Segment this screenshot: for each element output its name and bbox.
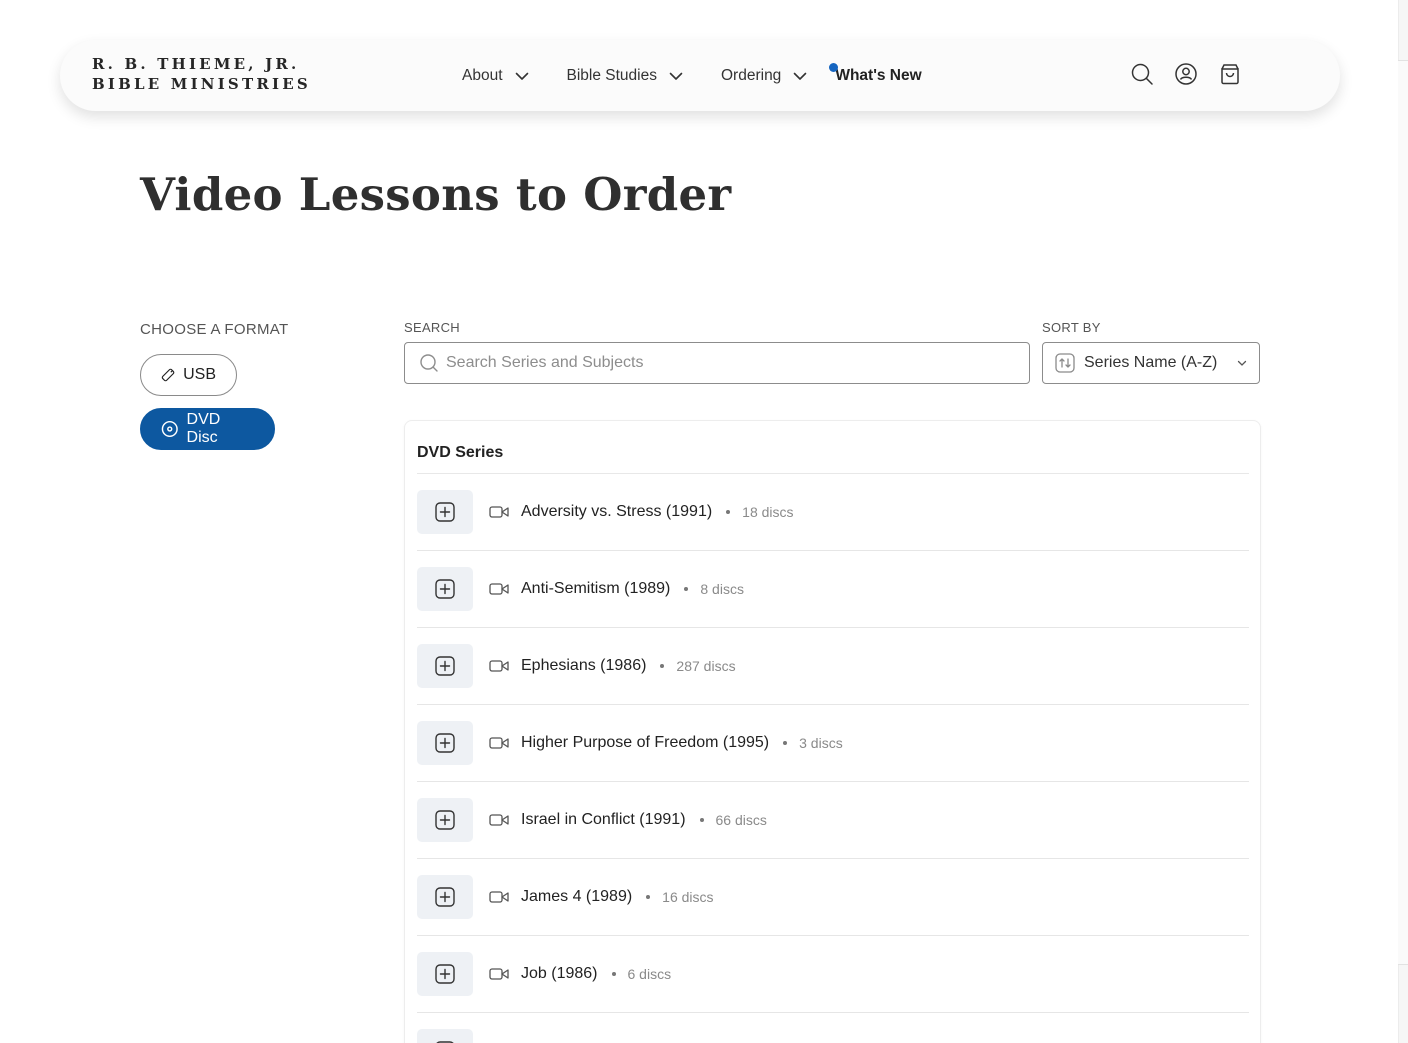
search-input[interactable] (446, 354, 1006, 372)
series-name[interactable]: Israel in Conflict (1991) (521, 811, 686, 829)
chevron-down-icon (515, 72, 528, 80)
format-usb-label: USB (183, 366, 216, 383)
new-indicator-dot (829, 62, 839, 72)
video-icon (489, 968, 509, 980)
plus-square-icon (435, 964, 455, 984)
logo-line-2: BIBLE MINISTRIES (92, 75, 311, 93)
series-name[interactable]: Anti-Semitism (1989) (521, 580, 670, 598)
logo-line-1: R. B. THIEME, JR. (92, 55, 300, 73)
nav-item-about[interactable]: About (462, 67, 529, 85)
video-icon (489, 891, 509, 903)
format-usb-button[interactable]: USB (140, 354, 237, 396)
site-header: R. B. THIEME, JR. BIBLE MINISTRIES About… (60, 40, 1340, 111)
expand-button[interactable] (417, 952, 473, 996)
expand-button[interactable] (417, 1029, 473, 1043)
series-panel: DVD Series Adversity vs. Stress (1991) 1… (404, 420, 1261, 1043)
video-icon (489, 814, 509, 826)
plus-square-icon (435, 502, 455, 522)
series-name[interactable]: Adversity vs. Stress (1991) (521, 503, 712, 521)
format-label: CHOOSE A FORMAT (140, 321, 289, 338)
series-list: Adversity vs. Stress (1991) 18 discs Ant… (417, 474, 1249, 1043)
format-dvd-button[interactable]: DVD Disc (140, 408, 275, 450)
page: R. B. THIEME, JR. BIBLE MINISTRIES About… (0, 0, 1408, 1043)
list-item: James 4 (1989) 16 discs (417, 859, 1249, 936)
sort-icon (1055, 353, 1075, 373)
search-label: SEARCH (404, 320, 460, 335)
series-panel-title: DVD Series (417, 444, 504, 461)
series-name[interactable]: James 4 (1989) (521, 888, 632, 906)
separator-dot (726, 510, 731, 514)
chevron-down-icon (794, 72, 807, 80)
separator-dot (699, 818, 704, 822)
main-nav: About Bible Studies Ordering What's New (462, 40, 922, 111)
disc-count: 18 discs (742, 504, 794, 520)
disc-count: 8 discs (700, 581, 744, 597)
separator-dot (611, 972, 616, 976)
nav-item-label: Ordering (721, 66, 782, 84)
nav-item-ordering[interactable]: Ordering (721, 67, 807, 85)
nav-item-label: About (462, 66, 503, 84)
scrollbar-thumb[interactable] (1398, 60, 1408, 965)
cart-icon[interactable] (1218, 62, 1242, 86)
account-icon[interactable] (1174, 62, 1198, 86)
disc-icon (161, 420, 178, 438)
list-item: Job (1986) 6 discs (417, 936, 1249, 1013)
expand-button[interactable] (417, 875, 473, 919)
plus-square-icon (435, 656, 455, 676)
usb-icon (161, 368, 175, 382)
plus-square-icon (435, 887, 455, 907)
scrollbar[interactable] (1398, 0, 1408, 1043)
video-icon (489, 660, 509, 672)
separator-dot (660, 664, 665, 668)
disc-count: 3 discs (799, 735, 843, 751)
sort-label: SORT BY (1042, 320, 1101, 335)
list-item (417, 1013, 1249, 1043)
separator-dot (783, 741, 788, 745)
list-item: Higher Purpose of Freedom (1995) 3 discs (417, 705, 1249, 782)
expand-button[interactable] (417, 567, 473, 611)
list-item: Anti-Semitism (1989) 8 discs (417, 551, 1249, 628)
sort-select[interactable]: Series Name (A-Z) (1042, 342, 1260, 384)
nav-item-label: Bible Studies (566, 66, 657, 84)
nav-item-bible-studies[interactable]: Bible Studies (567, 67, 683, 85)
list-item: Ephesians (1986) 287 discs (417, 628, 1249, 705)
format-dvd-label: DVD Disc (186, 411, 221, 446)
disc-count: 287 discs (676, 658, 736, 674)
list-item: Adversity vs. Stress (1991) 18 discs (417, 474, 1249, 551)
expand-button[interactable] (417, 490, 473, 534)
nav-item-whats-new[interactable]: What's New (829, 62, 922, 85)
series-name[interactable]: Ephesians (1986) (521, 657, 646, 675)
expand-button[interactable] (417, 721, 473, 765)
sort-value: Series Name (A-Z) (1084, 354, 1218, 371)
video-icon (489, 737, 509, 749)
list-item: Israel in Conflict (1991) 66 discs (417, 782, 1249, 859)
chevron-down-icon (669, 72, 683, 80)
header-actions (1130, 62, 1262, 86)
search-field[interactable] (404, 342, 1030, 384)
series-name[interactable]: Higher Purpose of Freedom (1995) (521, 734, 769, 752)
series-name[interactable]: Job (1986) (521, 965, 598, 983)
disc-count: 16 discs (662, 889, 714, 905)
video-icon (489, 583, 509, 595)
video-icon (489, 506, 509, 518)
expand-button[interactable] (417, 798, 473, 842)
page-title: Video Lessons to Order (140, 168, 732, 221)
search-icon (420, 354, 438, 372)
plus-square-icon (435, 733, 455, 753)
separator-dot (684, 587, 689, 591)
site-logo[interactable]: R. B. THIEME, JR. BIBLE MINISTRIES (92, 54, 311, 94)
separator-dot (646, 895, 651, 899)
disc-count: 6 discs (627, 966, 672, 982)
plus-square-icon (435, 810, 455, 830)
plus-square-icon (435, 579, 455, 599)
expand-button[interactable] (417, 644, 473, 688)
chevron-down-icon (1237, 360, 1247, 366)
disc-count: 66 discs (715, 812, 767, 828)
search-icon[interactable] (1130, 62, 1154, 86)
nav-item-label: What's New (835, 66, 922, 84)
